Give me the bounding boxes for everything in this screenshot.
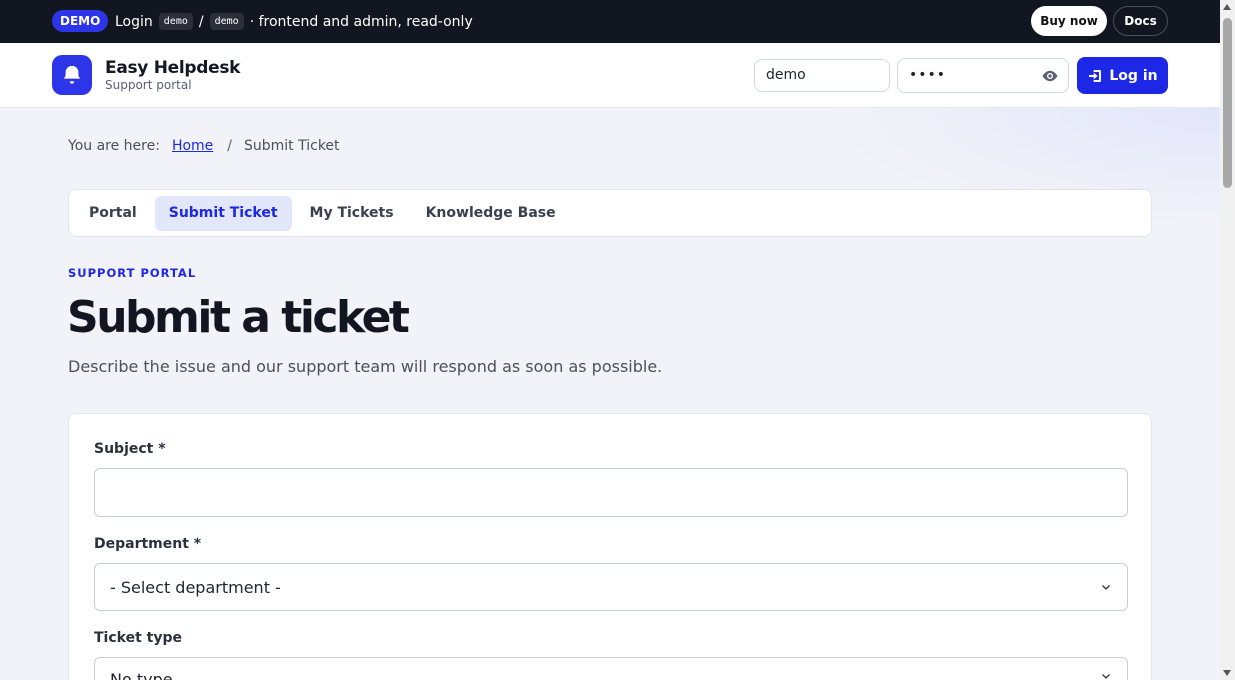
breadcrumb-separator: / <box>227 138 232 154</box>
username-input[interactable]: demo <box>754 59 890 92</box>
buy-now-button[interactable]: Buy now <box>1031 6 1107 36</box>
portal-tabs: Portal Submit Ticket My Tickets Knowledg… <box>68 189 1152 237</box>
demo-login-label: Login <box>115 13 153 30</box>
login-button[interactable]: Log in <box>1077 57 1168 94</box>
password-input[interactable]: •••• <box>897 58 1069 93</box>
demo-bar: DEMO Login demo / demo · frontend and ad… <box>0 0 1220 43</box>
ticket-type-select[interactable]: No type <box>94 657 1128 680</box>
login-button-label: Log in <box>1109 67 1158 84</box>
password-value: •••• <box>909 67 947 83</box>
ticket-type-label: Ticket type <box>94 630 182 646</box>
page-description: Describe the issue and our support team … <box>68 357 663 376</box>
department-label: Department * <box>94 536 202 552</box>
breadcrumb-current: Submit Ticket <box>244 138 340 154</box>
demo-credentials: Login demo / demo · frontend and admin, … <box>115 0 473 43</box>
tab-my-tickets[interactable]: My Tickets <box>296 196 408 231</box>
demo-note: · frontend and admin, read-only <box>249 13 473 30</box>
scroll-down-icon[interactable] <box>1223 670 1231 676</box>
scroll-up-icon[interactable] <box>1223 4 1231 10</box>
brand-name[interactable]: Easy Helpdesk <box>105 58 240 78</box>
page-title: Submit a ticket <box>67 292 410 343</box>
docs-button[interactable]: Docs <box>1113 6 1168 36</box>
tab-portal[interactable]: Portal <box>75 196 151 231</box>
login-icon <box>1089 69 1102 82</box>
subject-input[interactable] <box>94 468 1128 517</box>
breadcrumb-home-link[interactable]: Home <box>172 138 213 154</box>
ticket-type-selected: No type <box>110 670 173 680</box>
page-eyebrow: SUPPORT PORTAL <box>68 266 197 280</box>
department-selected: - Select department - <box>110 577 281 597</box>
demo-pass-code: demo <box>209 13 244 30</box>
brand-subtitle: Support portal <box>105 78 192 92</box>
demo-user-code: demo <box>158 13 193 30</box>
page-scrollbar[interactable] <box>1220 0 1235 680</box>
department-select[interactable]: - Select department - <box>94 563 1128 611</box>
bell-icon[interactable] <box>52 55 92 95</box>
breadcrumb: You are here: Home / Submit Ticket <box>68 138 340 154</box>
tab-knowledge-base[interactable]: Knowledge Base <box>412 196 570 231</box>
scrollbar-thumb[interactable] <box>1223 18 1232 188</box>
ticket-form: Subject * Department * - Select departme… <box>68 413 1152 680</box>
site-header: Easy Helpdesk Support portal demo •••• L… <box>0 43 1220 108</box>
eye-icon[interactable] <box>1041 67 1059 85</box>
chevron-down-icon <box>1102 674 1110 679</box>
demo-slash: / <box>198 13 204 30</box>
tab-submit-ticket[interactable]: Submit Ticket <box>154 195 292 231</box>
subject-label: Subject * <box>94 441 166 457</box>
breadcrumb-prefix: You are here: <box>68 138 160 154</box>
demo-badge: DEMO <box>52 10 109 32</box>
chevron-down-icon <box>1102 585 1110 590</box>
